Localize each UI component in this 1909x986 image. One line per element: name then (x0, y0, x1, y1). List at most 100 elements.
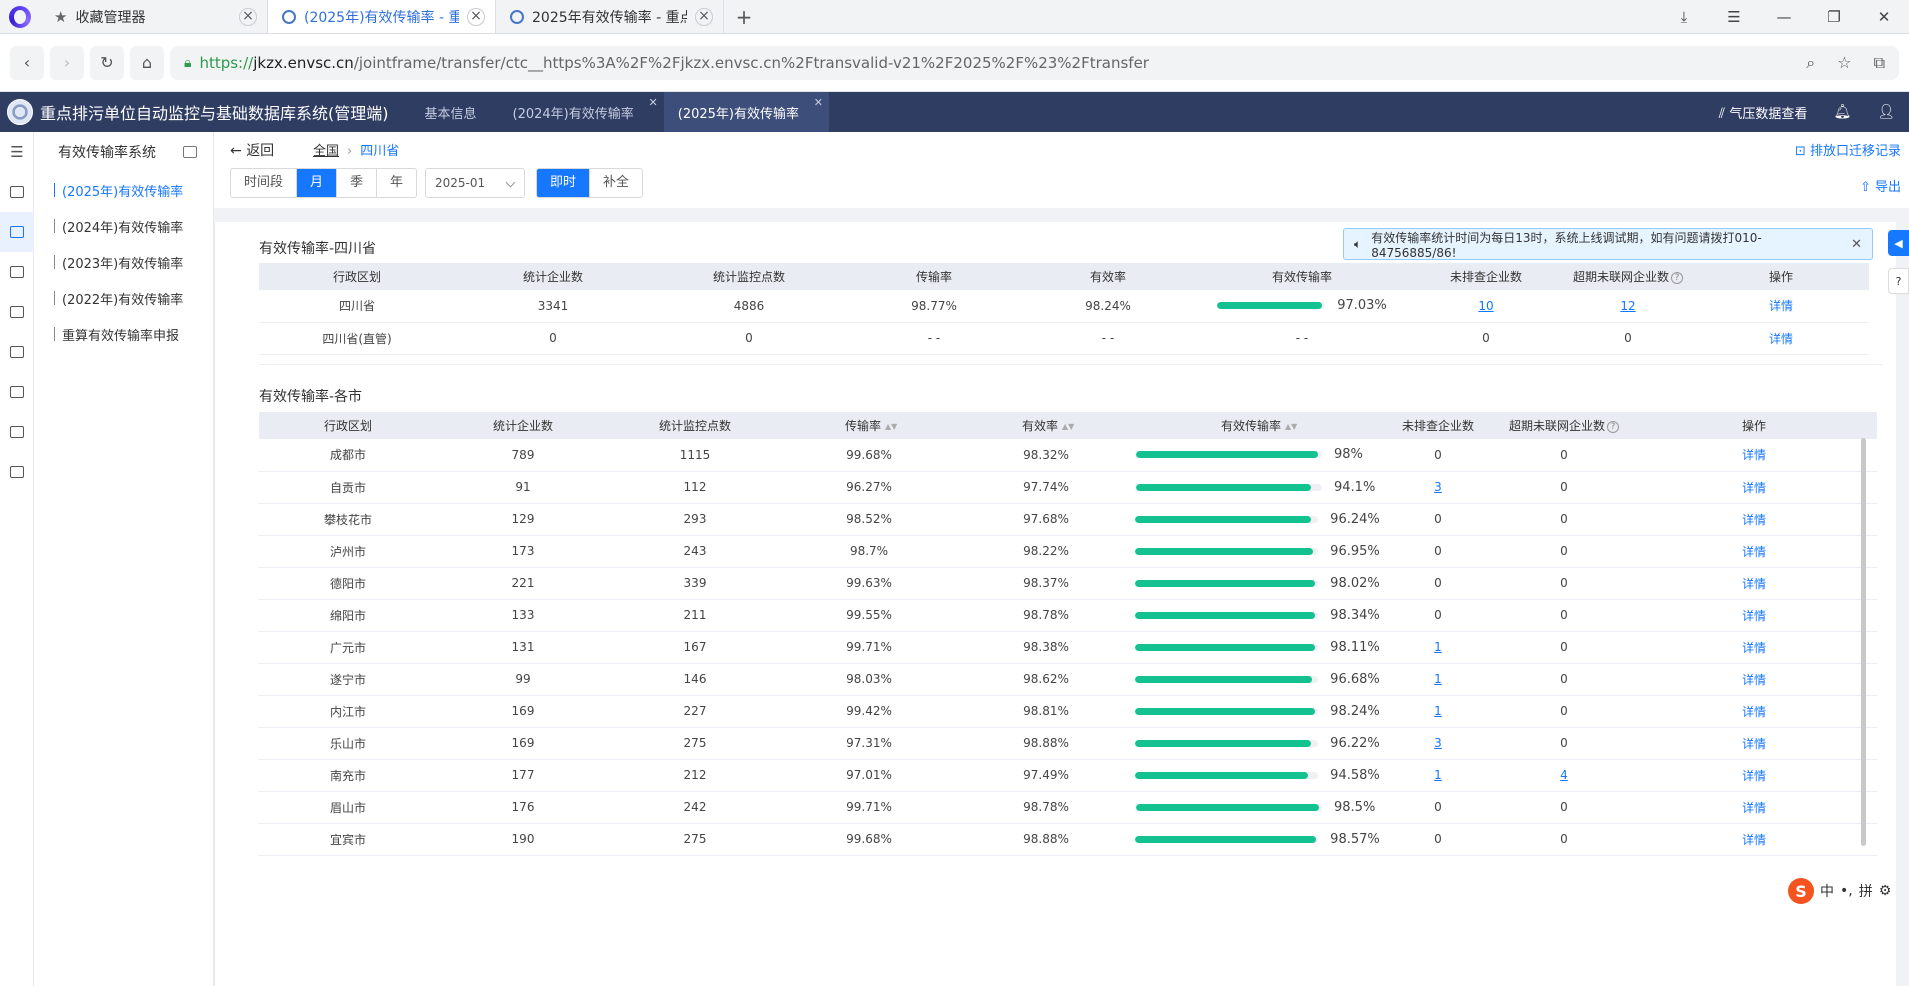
cell-unchecked: 0 (1379, 503, 1497, 536)
browser-tab-third[interactable]: 2025年有效传输率 - 重点 × (496, 0, 724, 33)
back-button[interactable]: ← 返回 (230, 140, 274, 160)
new-tab-button[interactable]: + (724, 0, 764, 33)
cell-valid: 98.62% (957, 663, 1135, 696)
app-tab-basic-info[interactable]: 基本信息 (407, 92, 495, 132)
sort-icon[interactable]: ▲▼ (1062, 423, 1074, 431)
close-tab-icon[interactable]: × (695, 7, 713, 26)
unchecked-link[interactable]: 1 (1434, 704, 1442, 718)
unchecked-link[interactable]: 1 (1434, 640, 1442, 654)
detail-link[interactable]: 详情 (1742, 577, 1766, 591)
detail-link[interactable]: 详情 (1742, 641, 1766, 655)
speaker-float-button[interactable]: ◀ (1888, 230, 1909, 256)
collapse-icon[interactable] (183, 146, 197, 158)
browser-logo[interactable] (0, 0, 40, 33)
sidebar-item-recalc[interactable]: 重算有效传输率申报 (34, 316, 213, 352)
question-icon[interactable]: ? (1671, 271, 1683, 284)
pressure-data-button[interactable]: ⫽ 气压数据查看 (1719, 103, 1808, 122)
url-input[interactable]: 🔒︎ https://jkzx.envsc.cn/jointframe/tran… (170, 45, 1899, 80)
detail-link[interactable]: 详情 (1769, 332, 1793, 346)
unchecked-link[interactable]: 1 (1434, 768, 1442, 782)
bookmark-star-icon[interactable]: ☆ (1837, 53, 1851, 73)
cell-region: 四川省 (259, 290, 455, 323)
sidebar-item-2025[interactable]: (2025年)有效传输率 (34, 172, 213, 208)
sidebar-item-2024[interactable]: (2024年)有效传输率 (34, 208, 213, 244)
app-tab-2025[interactable]: (2025年)有效传输率 ✕ (663, 92, 829, 132)
close-icon[interactable]: ✕ (1851, 237, 1862, 252)
period-option-selected[interactable]: 月 (297, 169, 338, 197)
overdue-link[interactable]: 4 (1560, 768, 1568, 782)
cell-eff: 94.58% (1135, 759, 1380, 792)
home-button[interactable]: ⌂ (130, 45, 164, 80)
browser-tab-active[interactable]: (2025年)有效传输率 - 重点 × (268, 0, 496, 33)
detail-link[interactable]: 详情 (1742, 448, 1766, 462)
detail-link[interactable]: 详情 (1742, 609, 1766, 623)
close-window-button[interactable]: ✕ (1859, 8, 1909, 26)
menu-icon[interactable]: ☰ (1709, 8, 1759, 26)
back-nav-button[interactable]: ‹ (10, 45, 44, 80)
detail-link[interactable]: 详情 (1742, 833, 1766, 847)
breadcrumb-root[interactable]: 全国 (313, 144, 339, 159)
close-tab-icon[interactable]: × (239, 7, 257, 26)
mode-option-selected[interactable]: 即时 (537, 169, 591, 197)
user-icon[interactable]: 👤︎ (1877, 104, 1895, 120)
close-icon[interactable]: ✕ (814, 96, 823, 109)
column-header[interactable]: 传输率 ▲▼ (781, 412, 957, 439)
forward-nav-button[interactable]: › (50, 45, 84, 80)
maximize-button[interactable]: ❐ (1809, 8, 1859, 26)
unchecked-link[interactable]: 3 (1434, 480, 1442, 494)
rail-transfer-icon[interactable] (0, 212, 34, 252)
rail-screen-icon[interactable] (0, 452, 34, 492)
zoom-icon[interactable]: ⌕ (1806, 53, 1815, 73)
progress-fill (1135, 547, 1313, 555)
close-icon[interactable]: ✕ (649, 96, 658, 109)
column-header[interactable]: 有效传输率 ▲▼ (1135, 412, 1379, 439)
bell-icon[interactable]: 🔔︎ (1833, 104, 1851, 120)
detail-link[interactable]: 详情 (1742, 705, 1766, 719)
cell-valid-value: 98.32% (1023, 447, 1069, 462)
rail-report-icon[interactable] (0, 412, 34, 452)
detail-link[interactable]: 详情 (1742, 545, 1766, 559)
column-header[interactable]: 有效率 ▲▼ (957, 412, 1135, 439)
sort-icon[interactable]: ▲▼ (885, 423, 897, 431)
cell-valid: 98.81% (957, 695, 1135, 728)
detail-link[interactable]: 详情 (1742, 673, 1766, 687)
rail-query-icon[interactable] (0, 292, 34, 332)
sidebar-item-2022[interactable]: (2022年)有效传输率 (34, 280, 213, 316)
period-option[interactable]: 年 (377, 169, 416, 197)
close-tab-icon[interactable]: × (467, 7, 485, 26)
detail-link[interactable]: 详情 (1742, 769, 1766, 783)
download-icon[interactable]: ⤓ (1659, 8, 1709, 26)
unchecked-link[interactable]: 3 (1434, 736, 1442, 750)
detail-link[interactable]: 详情 (1742, 481, 1766, 495)
app-tab-2024[interactable]: (2024年)有效传输率 ✕ (495, 92, 664, 132)
overdue-link[interactable]: 12 (1620, 299, 1635, 313)
hamburger-icon[interactable]: ☰ (0, 132, 34, 172)
question-icon[interactable]: ? (1607, 420, 1619, 433)
unchecked-link[interactable]: 1 (1434, 672, 1442, 686)
reload-button[interactable]: ↻ (90, 45, 124, 80)
rail-monitor-icon[interactable] (0, 172, 34, 212)
table-scrollbar[interactable] (1861, 438, 1866, 846)
extensions-icon[interactable]: ⧉ (1874, 53, 1885, 73)
rail-card-icon[interactable] (0, 372, 34, 412)
rail-settings-icon[interactable] (0, 332, 34, 372)
minimize-button[interactable]: — (1759, 8, 1809, 26)
detail-link[interactable]: 详情 (1742, 513, 1766, 527)
browser-tab-bookmarks[interactable]: ★ 收藏管理器 × (40, 0, 268, 33)
detail-link[interactable]: 详情 (1769, 299, 1793, 313)
sort-icon[interactable]: ▲▼ (1285, 423, 1297, 431)
export-button[interactable]: ⇧ 导出 (1860, 176, 1901, 195)
mode-option[interactable]: 补全 (590, 169, 642, 197)
unchecked-link[interactable]: 10 (1478, 299, 1493, 313)
cell-valid-value: 98.22% (1023, 544, 1069, 558)
period-option[interactable]: 时间段 (231, 169, 298, 197)
move-record-link[interactable]: ⊡ 排放口迁移记录 (1795, 140, 1901, 159)
detail-link[interactable]: 详情 (1742, 737, 1766, 751)
detail-link[interactable]: 详情 (1742, 801, 1766, 815)
sidebar-item-2023[interactable]: (2023年)有效传输率 (34, 244, 213, 280)
period-option[interactable]: 季 (337, 169, 378, 197)
help-float-button[interactable]: ? (1888, 268, 1909, 294)
rail-search-doc-icon[interactable] (0, 252, 34, 292)
month-select[interactable]: 2025-01 (425, 168, 525, 198)
ime-toolbar[interactable]: S 中 •, 拼 ⚙ (1788, 876, 1909, 906)
